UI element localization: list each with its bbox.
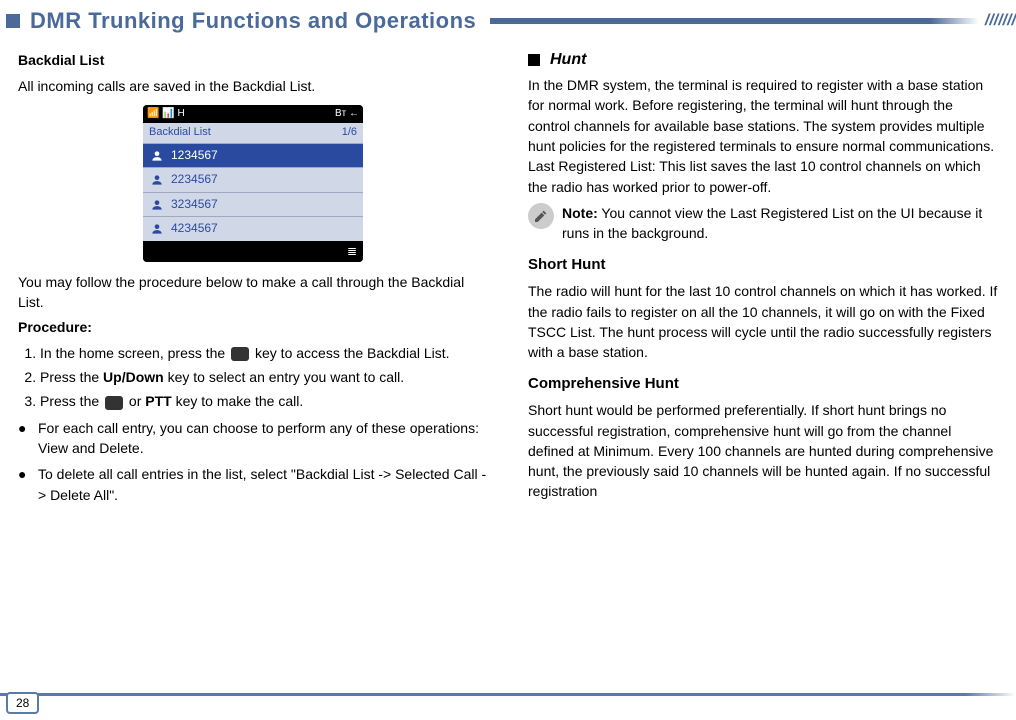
phone-list-count: 1/6 — [342, 125, 357, 141]
note-label: Note: — [562, 205, 598, 221]
note-row: Note: You cannot view the Last Registere… — [528, 203, 998, 244]
bullet-item: For each call entry, you can choose to p… — [18, 418, 488, 459]
phone-entry-label: 3234567 — [171, 196, 218, 213]
phone-entry: 1234567 — [143, 143, 363, 167]
header-title: DMR Trunking Functions and Operations — [30, 8, 476, 34]
note-body: You cannot view the Last Registered List… — [562, 205, 982, 241]
short-hunt-body: The radio will hunt for the last 10 cont… — [528, 281, 998, 362]
header-slashes-icon: /////// — [985, 12, 1016, 30]
updown-key-label: Up/Down — [103, 369, 164, 385]
content-columns: Backdial List All incoming calls are sav… — [0, 36, 1016, 511]
comprehensive-hunt-heading: Comprehensive Hunt — [528, 373, 998, 395]
bullet-list: For each call entry, you can choose to p… — [18, 418, 488, 505]
step-text: key to select an entry you want to call. — [168, 369, 405, 385]
procedure-label: Procedure: — [18, 317, 488, 337]
phone-entry: 2234567 — [143, 167, 363, 191]
note-pencil-icon — [528, 203, 554, 229]
backdial-intro-text: All incoming calls are saved in the Back… — [18, 76, 488, 96]
header-square-icon — [6, 14, 20, 28]
phone-status-bar: 📶 📊 H Bт ← — [143, 105, 363, 124]
short-hunt-heading: Short Hunt — [528, 254, 998, 276]
procedure-step: Press the or PTT key to make the call. — [40, 391, 488, 411]
phone-list-title: Backdial List — [149, 125, 211, 141]
phone-menu-bar: ≣ — [143, 241, 363, 262]
step-text: key to access the Backdial List. — [255, 345, 450, 361]
person-icon — [149, 149, 165, 163]
menu-icon: ≣ — [347, 244, 357, 258]
phone-entry-label: 4234567 — [171, 220, 218, 237]
header-bar — [490, 18, 979, 24]
phone-title-row: Backdial List 1/6 — [143, 123, 363, 143]
phone-entry-label: 2234567 — [171, 171, 218, 188]
footer-rule — [0, 693, 1016, 696]
page-header: DMR Trunking Functions and Operations //… — [0, 0, 1016, 36]
call-key-icon — [105, 396, 123, 410]
section-square-icon — [528, 54, 540, 66]
comprehensive-hunt-body: Short hunt would be performed preferenti… — [528, 400, 998, 501]
backdial-key-icon — [231, 347, 249, 361]
phone-screenshot: 📶 📊 H Bт ← Backdial List 1/6 1234567 223… — [143, 105, 363, 262]
hunt-heading: Hunt — [550, 48, 586, 71]
phone-entry: 3234567 — [143, 192, 363, 216]
step-text: Press the — [40, 369, 103, 385]
ptt-key-label: PTT — [145, 393, 171, 409]
page-number: 28 — [6, 692, 39, 714]
hunt-heading-row: Hunt — [528, 48, 998, 71]
procedure-step: In the home screen, press the key to acc… — [40, 343, 488, 363]
procedure-list: In the home screen, press the key to acc… — [18, 343, 488, 412]
backdial-list-heading: Backdial List — [18, 50, 488, 70]
person-icon — [149, 173, 165, 187]
step-text: In the home screen, press the — [40, 345, 229, 361]
procedure-step: Press the Up/Down key to select an entry… — [40, 367, 488, 387]
phone-entry-label: 1234567 — [171, 147, 218, 164]
follow-text: You may follow the procedure below to ma… — [18, 272, 488, 313]
person-icon — [149, 222, 165, 236]
left-column: Backdial List All incoming calls are sav… — [18, 46, 488, 511]
step-text: key to make the call. — [176, 393, 304, 409]
note-text: Note: You cannot view the Last Registere… — [562, 203, 998, 244]
phone-status-left: 📶 📊 H — [147, 107, 185, 122]
step-text: Press the — [40, 393, 103, 409]
hunt-body-text: In the DMR system, the terminal is requi… — [528, 75, 998, 197]
person-icon — [149, 198, 165, 212]
step-text: or — [129, 393, 145, 409]
phone-status-right: Bт ← — [335, 107, 359, 122]
right-column: Hunt In the DMR system, the terminal is … — [528, 46, 998, 511]
phone-entry: 4234567 — [143, 216, 363, 240]
bullet-item: To delete all call entries in the list, … — [18, 464, 488, 505]
